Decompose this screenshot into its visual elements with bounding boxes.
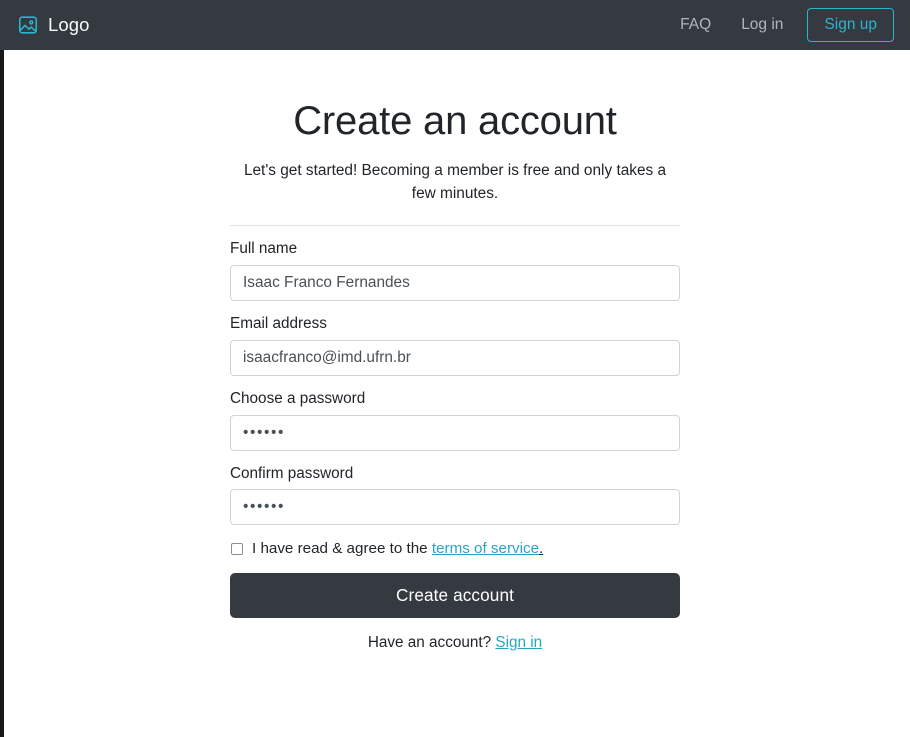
terms-text-after: . [539, 540, 544, 558]
navbar-links: FAQ Log in Sign up [665, 7, 894, 43]
field-group-confirm-password: Confirm password [230, 464, 680, 526]
signin-prompt: Have an account? Sign in [230, 634, 680, 652]
main-content: Create an account Let's get started! Bec… [0, 50, 910, 737]
terms-text: I have read & agree to the terms of serv… [252, 539, 543, 559]
signin-link[interactable]: Sign in [495, 634, 542, 651]
label-confirm-password: Confirm password [230, 464, 354, 482]
top-navbar: Logo FAQ Log in Sign up [0, 0, 910, 50]
terms-text-before: I have read & agree to the [252, 540, 432, 558]
page-title: Create an account [293, 99, 617, 143]
terms-checkbox[interactable] [231, 543, 243, 556]
email-input[interactable] [230, 339, 680, 376]
field-group-password: Choose a password [230, 389, 680, 451]
brand-label: Logo [48, 14, 90, 35]
full-name-input[interactable] [230, 264, 680, 301]
window-left-edge [0, 0, 4, 737]
signup-form: Create an account Let's get started! Bec… [230, 50, 680, 652]
label-email: Email address [230, 314, 327, 332]
confirm-password-input[interactable] [230, 489, 680, 526]
section-divider [230, 224, 680, 226]
password-input[interactable] [230, 414, 680, 451]
signup-button[interactable]: Sign up [807, 7, 894, 43]
create-account-button[interactable]: Create account [230, 573, 680, 619]
field-group-email: Email address [230, 314, 680, 376]
terms-row: I have read & agree to the terms of serv… [230, 539, 680, 559]
label-password: Choose a password [230, 389, 366, 407]
label-full-name: Full name [230, 239, 298, 257]
image-picture-icon [17, 14, 39, 36]
nav-link-login[interactable]: Log in [726, 8, 798, 42]
page-subtitle: Let's get started! Becoming a member is … [243, 161, 667, 203]
brand-logo-link[interactable]: Logo [17, 14, 90, 36]
signin-prompt-text: Have an account? [367, 634, 496, 652]
field-group-full-name: Full name [230, 239, 680, 301]
nav-link-faq[interactable]: FAQ [665, 8, 726, 42]
terms-of-service-link[interactable]: terms of service [432, 540, 539, 557]
